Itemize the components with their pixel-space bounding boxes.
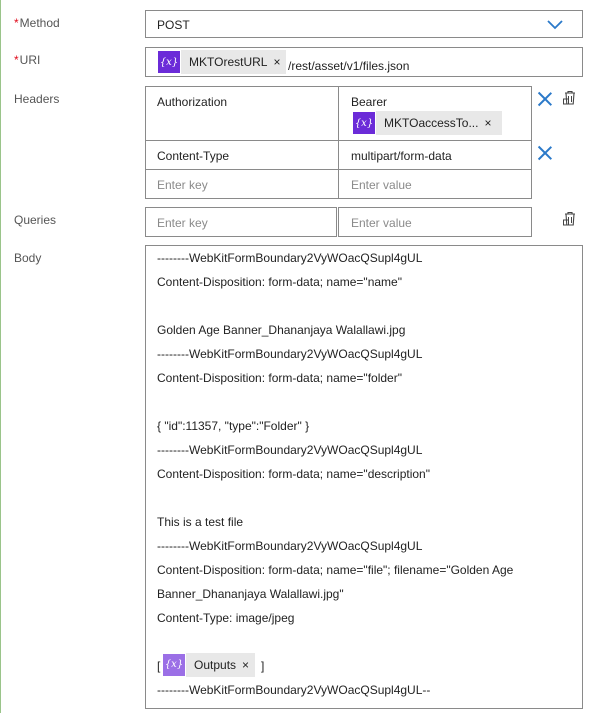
body-line: Banner_Dhananjaya Walallawi.jpg" (157, 587, 344, 601)
expression-icon: {x} (162, 653, 186, 677)
body-line: --------WebKitFormBoundary2VyWOacQSupl4g… (157, 683, 431, 697)
delete-all-icon[interactable] (562, 90, 578, 106)
queries-label: Queries (14, 213, 57, 227)
outputs-token[interactable]: {x} Outputs × (162, 653, 256, 677)
body-line: --------WebKitFormBoundary2VyWOacQSupl4g… (157, 251, 423, 265)
body-line (157, 486, 513, 510)
body-token-line: [ {x} Outputs × ] (157, 653, 513, 678)
remove-header-icon[interactable] (538, 92, 552, 106)
body-content: --------WebKitFormBoundary2VyWOacQSupl4g… (157, 246, 513, 702)
header-value-input[interactable]: Enter value (338, 169, 532, 199)
body-line: Golden Age Banner_Dhananjaya Walallawi.j… (157, 323, 406, 337)
body-line (157, 294, 513, 318)
body-line: { "id":11357, "type":"Folder" } (157, 419, 310, 433)
access-token[interactable]: {x} MKTOaccessTo... × (352, 111, 502, 135)
uri-path: /rest/asset/v1/files.json (288, 59, 410, 73)
body-line: Content-Disposition: form-data; name="fo… (157, 371, 402, 385)
delete-all-icon[interactable] (562, 211, 578, 227)
method-select[interactable]: POST (145, 10, 583, 38)
expression-icon: {x} (352, 111, 376, 135)
remove-token-icon[interactable]: × (242, 653, 255, 677)
remove-token-icon[interactable]: × (484, 116, 497, 130)
body-line: --------WebKitFormBoundary2VyWOacQSupl4g… (157, 443, 423, 457)
query-key-input[interactable]: Enter key (145, 207, 337, 237)
remove-token-icon[interactable]: × (273, 55, 286, 69)
body-line (157, 390, 513, 414)
body-line: Content-Disposition: form-data; name="de… (157, 467, 430, 481)
chevron-down-icon[interactable] (547, 20, 563, 30)
body-label: Body (14, 251, 42, 265)
body-line (157, 630, 513, 654)
header-value-content-type[interactable]: multipart/form-data (338, 140, 532, 170)
headers-label: Headers (14, 92, 60, 106)
body-line: Content-Disposition: form-data; name="fi… (157, 563, 514, 577)
step-accent-bar (0, 0, 1, 713)
header-key-input[interactable]: Enter key (145, 169, 339, 199)
method-label: *Method (14, 16, 60, 30)
uri-label: *URI (14, 53, 41, 67)
body-line: --------WebKitFormBoundary2VyWOacQSupl4g… (157, 539, 423, 553)
body-line: Content-Type: image/jpeg (157, 611, 295, 625)
header-value-authorization[interactable]: Bearer {x} MKTOaccessTo... × (338, 86, 532, 141)
body-line: Content-Disposition: form-data; name="na… (157, 275, 402, 289)
method-value: POST (157, 18, 190, 32)
header-key-authorization[interactable]: Authorization (145, 86, 339, 141)
remove-header-icon[interactable] (538, 146, 552, 160)
expression-icon: {x} (157, 50, 181, 74)
body-line: This is a test file (157, 515, 244, 529)
uri-token[interactable]: {x} MKTOrestURL × (157, 50, 287, 74)
query-value-input[interactable]: Enter value (338, 207, 532, 237)
body-line: --------WebKitFormBoundary2VyWOacQSupl4g… (157, 347, 423, 361)
header-key-content-type[interactable]: Content-Type (145, 140, 339, 170)
uri-input[interactable]: {x} MKTOrestURL × /rest/asset/v1/files.j… (145, 47, 583, 77)
